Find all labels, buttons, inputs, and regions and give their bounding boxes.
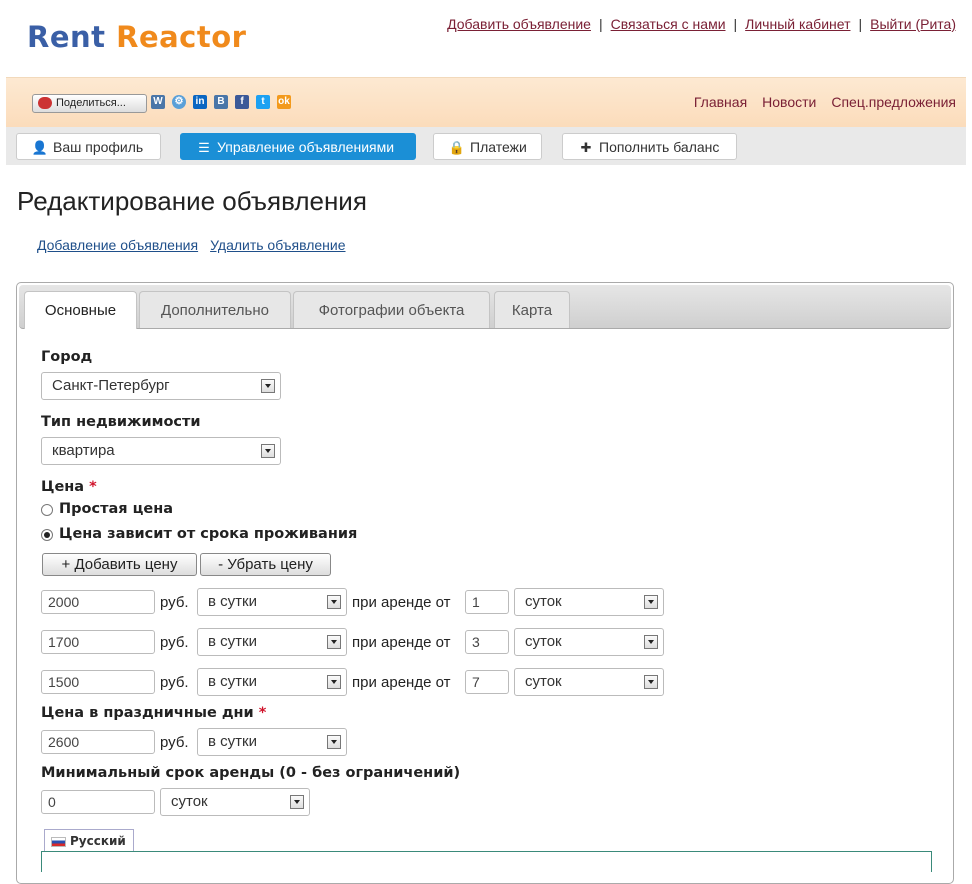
chevron-down-icon	[261, 444, 275, 458]
sub-links: Добавление объявления Удалить объявление	[37, 237, 358, 253]
contact-link[interactable]: Связаться с нами	[611, 16, 726, 32]
term-price-radio[interactable]	[41, 529, 53, 541]
rent-from-input[interactable]: 3	[465, 630, 509, 654]
logout-link[interactable]: Выйти (Рита)	[870, 16, 956, 32]
main-nav: Главная Новости Спец.предложения	[679, 94, 956, 110]
rent-from-input[interactable]: 7	[465, 670, 509, 694]
tab-top-up[interactable]: ✚ Пополнить баланс	[562, 133, 737, 160]
linkedin-icon[interactable]: in	[193, 95, 207, 109]
min-term-input[interactable]: 0	[41, 790, 155, 814]
chevron-down-icon	[327, 595, 341, 609]
currency-label: руб.	[160, 594, 189, 611]
chevron-down-icon	[644, 635, 658, 649]
tab-profile[interactable]: 👤 Ваш профиль	[16, 133, 161, 160]
plus-icon: ✚	[580, 140, 592, 155]
price-input[interactable]: 2000	[41, 590, 155, 614]
rent-from-label: при аренде от	[352, 674, 451, 691]
holiday-price-label: Цена в праздничные дни *	[41, 705, 267, 721]
tab-map[interactable]: Карта	[494, 291, 570, 328]
vk-icon[interactable]: W	[151, 95, 165, 109]
period-select[interactable]: в сутки	[197, 668, 347, 696]
rent-from-input[interactable]: 1	[465, 590, 509, 614]
text-editor[interactable]	[41, 851, 932, 872]
term-price-label: Цена зависит от срока проживания	[59, 526, 358, 542]
period-select[interactable]: в сутки	[197, 588, 347, 616]
property-type-label: Тип недвижимости	[41, 414, 201, 430]
account-link[interactable]: Личный кабинет	[745, 16, 850, 32]
price-input[interactable]: 1500	[41, 670, 155, 694]
facebook-icon[interactable]: f	[235, 95, 249, 109]
speaker-icon	[38, 97, 52, 109]
currency-label: руб.	[160, 634, 189, 651]
chevron-down-icon	[290, 795, 304, 809]
lang-tab-russian[interactable]: Русский	[44, 829, 134, 851]
nav-news[interactable]: Новости	[762, 94, 816, 110]
twitter-icon[interactable]: t	[256, 95, 270, 109]
add-price-button[interactable]: + Добавить цену	[42, 553, 197, 576]
simple-price-radio[interactable]	[41, 504, 53, 516]
add-listing-sublink[interactable]: Добавление объявления	[37, 237, 198, 253]
settings-icon[interactable]: ⚙	[172, 95, 186, 109]
unit-select[interactable]: суток	[514, 588, 664, 616]
chevron-down-icon	[261, 379, 275, 393]
min-term-label: Минимальный срок аренды (0 - без огранич…	[41, 765, 461, 781]
price-input[interactable]: 1700	[41, 630, 155, 654]
rent-from-label: при аренде от	[352, 634, 451, 651]
chevron-down-icon	[327, 675, 341, 689]
user-icon: 👤	[31, 140, 49, 155]
add-listing-link[interactable]: Добавить объявление	[447, 16, 591, 32]
period-select[interactable]: в сутки	[197, 628, 347, 656]
holiday-period-select[interactable]: в сутки	[197, 728, 347, 756]
delete-listing-link[interactable]: Удалить объявление	[210, 237, 345, 253]
tab-basic[interactable]: Основные	[24, 291, 137, 329]
nav-home[interactable]: Главная	[694, 94, 747, 110]
chevron-down-icon	[327, 735, 341, 749]
header-bar: Поделиться... W ⚙ in B f t ok Главная Нов…	[6, 77, 966, 127]
chevron-down-icon	[644, 675, 658, 689]
odnoklassniki-icon[interactable]: ok	[277, 95, 291, 109]
unit-select[interactable]: суток	[514, 628, 664, 656]
currency-label: руб.	[160, 674, 189, 691]
chevron-down-icon	[327, 635, 341, 649]
price-label: Цена *	[41, 479, 97, 495]
logo[interactable]: Rent Reactor	[27, 20, 246, 54]
simple-price-label: Простая цена	[59, 501, 174, 517]
tab-additional[interactable]: Дополнительно	[139, 291, 291, 328]
tab-payments[interactable]: 🔒 Платежи	[433, 133, 542, 160]
required-mark: *	[89, 479, 97, 495]
nav-offers[interactable]: Спец.предложения	[831, 94, 956, 110]
remove-price-button[interactable]: - Убрать цену	[200, 553, 331, 576]
city-select[interactable]: Санкт-Петербург	[41, 372, 281, 400]
profile-tabs: 👤 Ваш профиль ☰ Управление объявлениями 🔒 П…	[6, 127, 966, 165]
unit-select[interactable]: суток	[514, 668, 664, 696]
list-icon: ☰	[198, 140, 210, 155]
page-title: Редактирование объявления	[17, 186, 367, 216]
tab-photos[interactable]: Фотографии объекта	[293, 291, 490, 328]
property-type-select[interactable]: квартира	[41, 437, 281, 465]
panel-tabs: Основные Дополнительно Фотографии объект…	[19, 285, 951, 329]
city-label: Город	[41, 349, 93, 365]
share-button[interactable]: Поделиться...	[32, 94, 147, 113]
vkontakte-icon[interactable]: B	[214, 95, 228, 109]
tab-manage-listings[interactable]: ☰ Управление объявлениями	[180, 133, 416, 160]
top-links: Добавить объявление | Связаться с нами | Лич…	[447, 16, 956, 32]
min-term-unit-select[interactable]: суток	[160, 788, 310, 816]
rent-from-label: при аренде от	[352, 594, 451, 611]
lock-icon: 🔒	[448, 140, 466, 155]
holiday-price-input[interactable]: 2600	[41, 730, 155, 754]
russia-flag-icon	[51, 836, 66, 847]
chevron-down-icon	[644, 595, 658, 609]
currency-label: руб.	[160, 734, 189, 751]
